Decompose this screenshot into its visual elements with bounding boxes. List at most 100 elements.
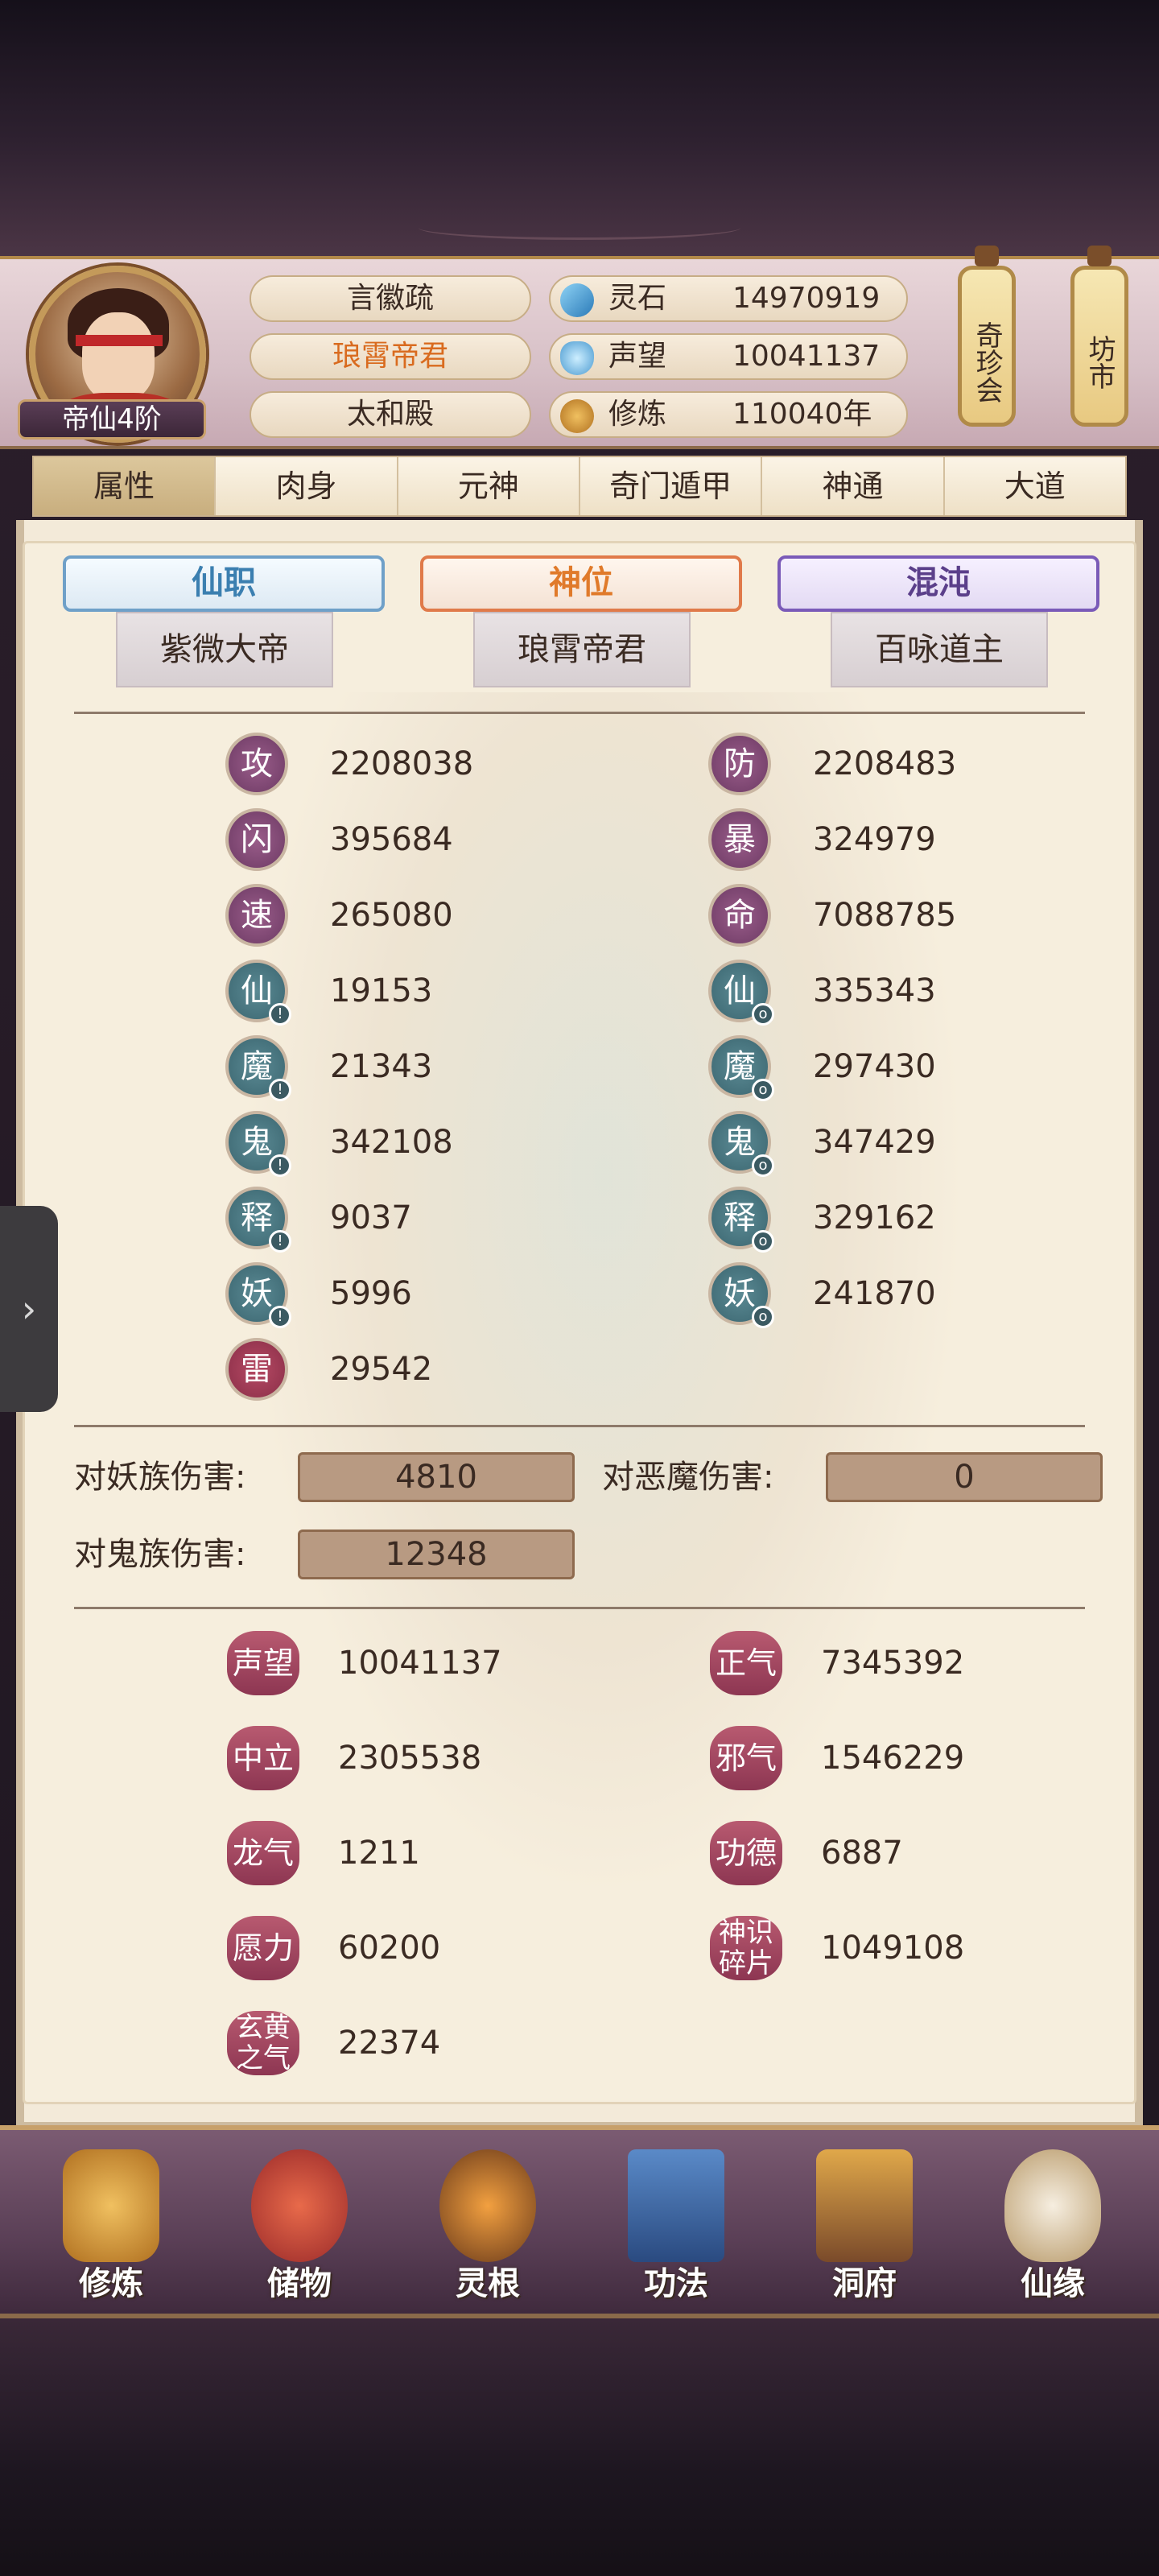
bottom-background bbox=[0, 2318, 1159, 2576]
title-banner-xianzhi: 仙职 bbox=[63, 555, 385, 612]
resource-value: 10041137 bbox=[732, 340, 881, 373]
ring-icon: o bbox=[752, 1003, 774, 1026]
tab-divine-power[interactable]: 神通 bbox=[762, 457, 945, 515]
fate-gourd-icon bbox=[1004, 2149, 1101, 2262]
title-banner-shenwei: 神位 bbox=[420, 555, 742, 612]
stat-glyph: 魔 bbox=[241, 1048, 273, 1085]
prestige-value: 10041137 bbox=[338, 1645, 502, 1682]
crit-value: 324979 bbox=[813, 821, 936, 858]
stat-glyph: 魔 bbox=[724, 1048, 756, 1085]
neutral-value: 2305538 bbox=[338, 1740, 482, 1777]
wish-power-badge: 愿力 bbox=[227, 1916, 299, 1980]
damage-vs-yao-value: 4810 bbox=[298, 1452, 575, 1502]
damage-vs-ghost-value: 12348 bbox=[298, 1530, 575, 1579]
buddha-attack-value: 9037 bbox=[330, 1199, 412, 1236]
dragon-qi-badge: 龙气 bbox=[227, 1821, 299, 1885]
resource-prestige: 声望 10041137 bbox=[549, 333, 908, 380]
spirit-stone-icon bbox=[560, 283, 594, 317]
nav-technique[interactable]: 功法 bbox=[604, 2141, 749, 2318]
merit-badge: 功德 bbox=[710, 1821, 782, 1885]
ghost-defense-icon: 鬼o bbox=[708, 1111, 774, 1177]
tab-qimen[interactable]: 奇门遁甲 bbox=[580, 457, 763, 515]
nav-label: 洞府 bbox=[832, 2265, 897, 2302]
prestige-crystal-icon bbox=[560, 341, 594, 375]
divine-sense-shard-value: 1049108 bbox=[821, 1930, 965, 1967]
thunder-icon: 雷 bbox=[225, 1338, 288, 1401]
tab-soul[interactable]: 元神 bbox=[398, 457, 580, 515]
righteous-qi-badge: 正气 bbox=[710, 1631, 782, 1695]
demon-attack-icon: 魔! bbox=[225, 1035, 291, 1101]
spirit-root-icon bbox=[439, 2149, 536, 2262]
ghost-defense-value: 347429 bbox=[813, 1124, 936, 1161]
wish-power-value: 60200 bbox=[338, 1930, 441, 1967]
hp-value: 7088785 bbox=[813, 897, 957, 934]
ghost-attack-value: 342108 bbox=[330, 1124, 453, 1161]
storage-bag-icon bbox=[251, 2149, 348, 2262]
tab-attributes[interactable]: 属性 bbox=[34, 457, 217, 515]
nav-storage[interactable]: 储物 bbox=[227, 2141, 372, 2318]
neutral-badge: 中立 bbox=[227, 1726, 299, 1790]
cave-dwelling-icon bbox=[816, 2149, 913, 2262]
divider bbox=[74, 1607, 1085, 1609]
yao-attack-icon: 妖! bbox=[225, 1262, 291, 1328]
speed-icon: 速 bbox=[225, 884, 288, 947]
buddha-attack-icon: 释! bbox=[225, 1187, 291, 1253]
divider bbox=[74, 1425, 1085, 1427]
rank-badge: 帝仙4阶 bbox=[18, 399, 206, 440]
merit-value: 6887 bbox=[821, 1835, 903, 1872]
defense-icon: 防 bbox=[708, 733, 771, 795]
tab-body[interactable]: 肉身 bbox=[216, 457, 398, 515]
ring-icon: o bbox=[752, 1154, 774, 1177]
dodge-value: 395684 bbox=[330, 821, 453, 858]
damage-vs-ghost-label: 对鬼族伤害: bbox=[74, 1536, 246, 1573]
damage-vs-yao-label: 对妖族伤害: bbox=[74, 1459, 246, 1496]
player-name: 言徽疏 bbox=[250, 275, 531, 322]
player-title: 琅霄帝君 bbox=[250, 333, 531, 380]
nav-fate[interactable]: 仙缘 bbox=[980, 2141, 1125, 2318]
immortal-attack-value: 19153 bbox=[330, 972, 433, 1009]
market-lantern[interactable]: 坊市 bbox=[1070, 246, 1128, 427]
stat-glyph: 仙 bbox=[724, 972, 756, 1009]
ring-icon: o bbox=[752, 1230, 774, 1253]
top-ornament bbox=[419, 216, 740, 240]
meditation-icon bbox=[560, 399, 594, 433]
nav-spirit-root[interactable]: 灵根 bbox=[415, 2141, 560, 2318]
nav-cave[interactable]: 洞府 bbox=[792, 2141, 937, 2318]
side-drawer-toggle[interactable]: › bbox=[0, 1206, 58, 1412]
thunder-value: 29542 bbox=[330, 1351, 433, 1388]
stat-glyph: 释 bbox=[724, 1199, 756, 1236]
damage-vs-demon-value: 0 bbox=[826, 1452, 1103, 1502]
buddha-defense-value: 329162 bbox=[813, 1199, 936, 1236]
yao-defense-value: 241870 bbox=[813, 1275, 936, 1312]
hp-icon: 命 bbox=[708, 884, 771, 947]
stat-glyph: 释 bbox=[241, 1199, 273, 1236]
title-banner-hundun: 混沌 bbox=[777, 555, 1099, 612]
evil-qi-value: 1546229 bbox=[821, 1740, 965, 1777]
player-sect: 太和殿 bbox=[250, 391, 531, 438]
defense-value: 2208483 bbox=[813, 745, 957, 782]
attack-icon: 攻 bbox=[225, 733, 288, 795]
resource-cultivation: 修炼 110040年 bbox=[549, 391, 908, 438]
stat-glyph: 鬼 bbox=[724, 1124, 756, 1161]
righteous-qi-value: 7345392 bbox=[821, 1645, 965, 1682]
title-value-xianzhi: 紫微大帝 bbox=[116, 612, 333, 687]
nav-label: 储物 bbox=[267, 2265, 332, 2302]
resource-label: 灵石 bbox=[608, 282, 667, 315]
exclamation-icon: ! bbox=[269, 1306, 291, 1328]
yao-defense-icon: 妖o bbox=[708, 1262, 774, 1328]
nav-cultivation[interactable]: 修炼 bbox=[39, 2141, 184, 2318]
resource-label: 修炼 bbox=[608, 398, 667, 431]
demon-defense-value: 297430 bbox=[813, 1048, 936, 1085]
title-value-shenwei: 琅霄帝君 bbox=[473, 612, 691, 687]
dragon-qi-value: 1211 bbox=[338, 1835, 420, 1872]
exclamation-icon: ! bbox=[269, 1230, 291, 1253]
tab-great-dao[interactable]: 大道 bbox=[944, 457, 1125, 515]
avatar-face bbox=[82, 312, 155, 401]
stat-glyph: 仙 bbox=[241, 972, 273, 1009]
treasure-fair-lantern[interactable]: 奇珍会 bbox=[958, 246, 1016, 427]
ring-icon: o bbox=[752, 1306, 774, 1328]
nav-label: 灵根 bbox=[456, 2265, 520, 2302]
buddha-defense-icon: 释o bbox=[708, 1187, 774, 1253]
title-heading: 仙职 bbox=[192, 564, 256, 601]
evil-qi-badge: 邪气 bbox=[710, 1726, 782, 1790]
